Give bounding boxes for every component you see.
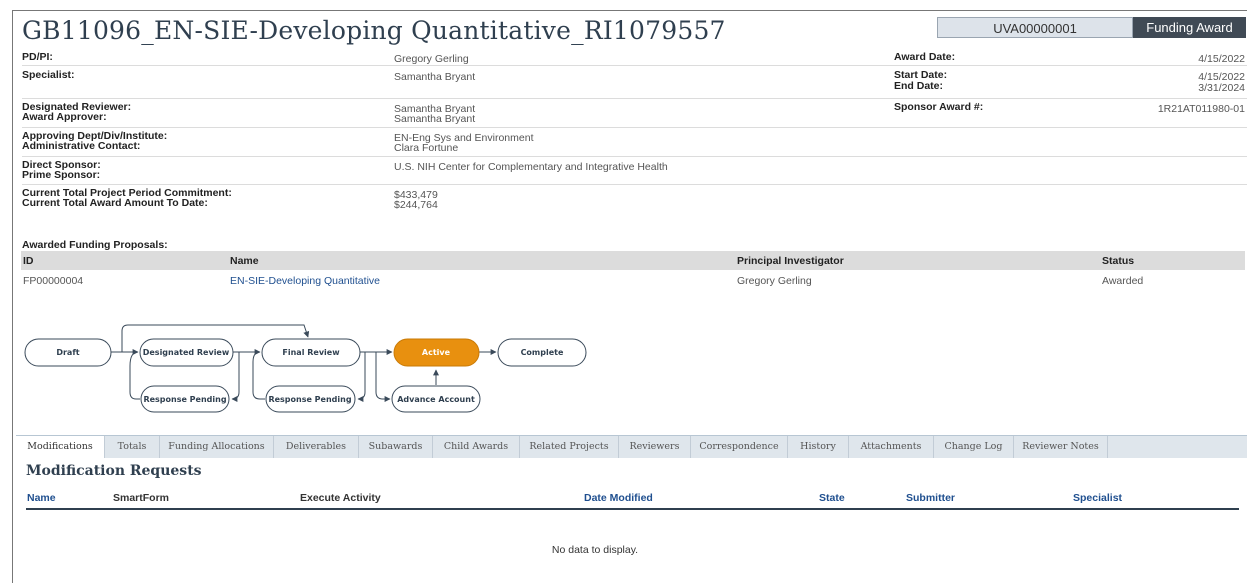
state-complete: Complete bbox=[497, 338, 587, 367]
tab-modifications[interactable]: Modifications bbox=[16, 436, 105, 458]
tab-correspondence[interactable]: Correspondence bbox=[691, 436, 788, 458]
modifications-header: Name SmartForm Execute Activity Date Mod… bbox=[26, 490, 1239, 510]
state-response-pending-2-label: Response Pending bbox=[268, 395, 351, 404]
state-complete-label: Complete bbox=[521, 348, 564, 357]
state-active: Active bbox=[393, 338, 480, 367]
tab-history[interactable]: History bbox=[788, 436, 849, 458]
tab-related-projects[interactable]: Related Projects bbox=[520, 436, 619, 458]
modifications-title: Modification Requests bbox=[26, 463, 202, 479]
fp-pi: Gregory Gerling bbox=[737, 275, 812, 287]
workflow-diagram: Draft Designated Review Final Review Act… bbox=[24, 324, 587, 413]
flow-arrow-final-pending bbox=[357, 351, 366, 402]
mod-col-state[interactable]: State bbox=[819, 492, 845, 504]
tab-deliverables[interactable]: Deliverables bbox=[274, 436, 359, 458]
state-final-review: Final Review bbox=[261, 338, 361, 367]
mod-col-execute-activity: Execute Activity bbox=[300, 492, 381, 504]
flow-arrow-final-advance bbox=[375, 352, 391, 402]
state-designated-review: Designated Review bbox=[139, 338, 234, 367]
empty-state-message: No data to display. bbox=[551, 544, 639, 556]
state-designated-review-label: Designated Review bbox=[143, 348, 230, 357]
mod-col-submitter[interactable]: Submitter bbox=[906, 492, 955, 504]
state-draft-label: Draft bbox=[56, 348, 79, 357]
award-date-value: 4/15/2022 bbox=[1198, 53, 1245, 65]
end-date-value: 3/31/2024 bbox=[1198, 82, 1245, 94]
fp-col-pi: Principal Investigator bbox=[737, 255, 844, 267]
state-response-pending-2: Response Pending bbox=[265, 385, 356, 413]
sponsor-award-label: Sponsor Award #: bbox=[894, 101, 984, 113]
state-final-review-label: Final Review bbox=[282, 348, 340, 357]
state-response-pending-1-label: Response Pending bbox=[143, 395, 226, 404]
tab-change-log[interactable]: Change Log bbox=[934, 436, 1014, 458]
tab-subawards[interactable]: Subawards bbox=[359, 436, 433, 458]
state-response-pending-1: Response Pending bbox=[140, 385, 230, 413]
tab-reviewer-notes[interactable]: Reviewer Notes bbox=[1014, 436, 1108, 458]
tab-child-awards[interactable]: Child Awards bbox=[433, 436, 520, 458]
flow-arrow-designated-pending bbox=[231, 351, 240, 402]
tab-bar: Modifications Totals Funding Allocations… bbox=[16, 435, 1247, 458]
state-draft: Draft bbox=[24, 338, 112, 367]
tab-attachments[interactable]: Attachments bbox=[849, 436, 934, 458]
record-type-badge: Funding Award bbox=[1133, 17, 1246, 38]
mod-col-specialist[interactable]: Specialist bbox=[1073, 492, 1122, 504]
state-active-label: Active bbox=[422, 348, 451, 357]
fp-status: Awarded bbox=[1102, 275, 1144, 287]
tab-reviewers[interactable]: Reviewers bbox=[619, 436, 691, 458]
fp-col-status: Status bbox=[1102, 255, 1135, 267]
flow-arrow-pending-designated bbox=[129, 351, 140, 400]
tab-totals[interactable]: Totals bbox=[105, 436, 160, 458]
state-advance-account: Advance Account bbox=[391, 385, 481, 413]
sponsor-award-value: 1R21AT011980-01 bbox=[1157, 103, 1245, 115]
state-advance-account-label: Advance Account bbox=[397, 395, 475, 404]
end-date-label: End Date: bbox=[894, 80, 944, 92]
mod-col-smartform: SmartForm bbox=[113, 492, 170, 504]
award-date-label: Award Date: bbox=[894, 51, 956, 63]
record-id-badge: UVA00000001 bbox=[937, 17, 1133, 38]
mod-col-date-modified[interactable]: Date Modified bbox=[584, 492, 653, 504]
mod-col-name[interactable]: Name bbox=[27, 492, 56, 504]
tab-funding-allocations[interactable]: Funding Allocations bbox=[160, 436, 274, 458]
